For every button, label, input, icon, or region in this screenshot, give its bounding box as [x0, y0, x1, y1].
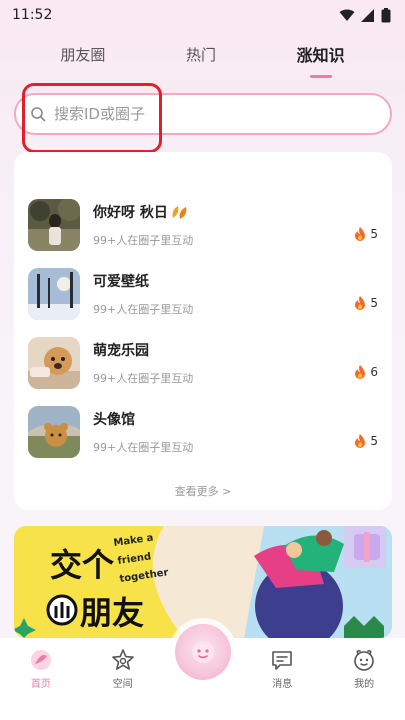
- search-input[interactable]: [54, 105, 354, 123]
- list-item[interactable]: 可爱壁纸 99+人在圈子里互动 5: [28, 267, 378, 321]
- nav-label-home: 首页: [30, 679, 51, 690]
- top-tabs: 朋友圈 热门 涨知识: [0, 34, 405, 74]
- hand-wave-icon: [46, 594, 78, 626]
- autumn-leaf-icon: [172, 206, 187, 219]
- circle-subtitle: 99+人在圈子里互动: [93, 303, 194, 316]
- list-item[interactable]: 头像馆 99+人在圈子里互动 5: [28, 405, 378, 459]
- tab-hot[interactable]: 热门: [176, 38, 226, 71]
- nav-label-space: 空间: [112, 679, 133, 690]
- circle-subtitle: 99+人在圈子里互动: [93, 441, 194, 454]
- heat-count: 6: [370, 365, 378, 379]
- teddy-bear-photo: [28, 406, 80, 458]
- circle-name: 萌宠乐园: [93, 343, 149, 359]
- wifi-icon: [339, 9, 355, 21]
- cute-face-icon: [192, 641, 214, 663]
- search-icon: [31, 107, 46, 122]
- flame-icon: [355, 227, 366, 241]
- heat-count: 5: [370, 296, 378, 310]
- see-more-link[interactable]: 查看更多 >: [14, 483, 392, 499]
- dog-photo: [28, 337, 80, 389]
- star-icon: [111, 649, 134, 670]
- circle-list-card: 你好呀 秋日 99+人在圈子里互动 5 可爱壁纸 99+人在圈子里互动 5 萌宠…: [14, 152, 392, 510]
- heat-badge: 5: [353, 433, 378, 449]
- heat-badge: 5: [353, 295, 378, 311]
- signal-icon: [361, 8, 374, 22]
- circle-subtitle: 99+人在圈子里互动: [93, 372, 194, 385]
- status-bar: 11:52: [0, 0, 405, 30]
- home-icon: [30, 650, 51, 670]
- flame-icon: [355, 365, 366, 379]
- circle-name: 可爱壁纸: [93, 274, 149, 290]
- flame-icon: [355, 296, 366, 310]
- circle-subtitle: 99+人在圈子里互动: [93, 234, 194, 247]
- center-create-button[interactable]: [175, 624, 231, 680]
- banner-title-top: 交个: [50, 546, 114, 584]
- nav-space[interactable]: 空间: [93, 648, 153, 690]
- list-item[interactable]: 萌宠乐园 99+人在圈子里互动 6: [28, 336, 378, 390]
- status-time: 11:52: [12, 7, 53, 23]
- banner-title-bottom: 朋友: [80, 594, 144, 632]
- girl-photo: [28, 199, 80, 251]
- battery-icon: [381, 7, 391, 22]
- circle-name: 头像馆: [93, 412, 135, 428]
- list-item[interactable]: 你好呀 秋日 99+人在圈子里互动 5: [28, 198, 378, 252]
- winter-trees-photo: [28, 268, 80, 320]
- profile-icon: [354, 650, 374, 671]
- tab-knowledge[interactable]: 涨知识: [287, 36, 355, 72]
- heat-count: 5: [370, 434, 378, 448]
- nav-label-messages: 消息: [272, 679, 293, 690]
- heat-count: 5: [370, 227, 378, 241]
- circle-name: 你好呀 秋日: [93, 205, 168, 221]
- heat-badge: 5: [353, 226, 378, 242]
- nav-profile[interactable]: 我的: [334, 648, 394, 690]
- nav-label-profile: 我的: [354, 679, 375, 690]
- search-bar[interactable]: [14, 93, 392, 135]
- nav-home[interactable]: 首页: [11, 648, 71, 690]
- status-icons: [339, 7, 391, 23]
- nav-messages[interactable]: 消息: [252, 648, 312, 690]
- tab-friends[interactable]: 朋友圈: [50, 38, 115, 71]
- promo-banner[interactable]: Make a friend together 交个 朋友: [14, 526, 392, 638]
- heat-badge: 6: [353, 364, 378, 380]
- flame-icon: [355, 434, 366, 448]
- message-icon: [272, 651, 293, 670]
